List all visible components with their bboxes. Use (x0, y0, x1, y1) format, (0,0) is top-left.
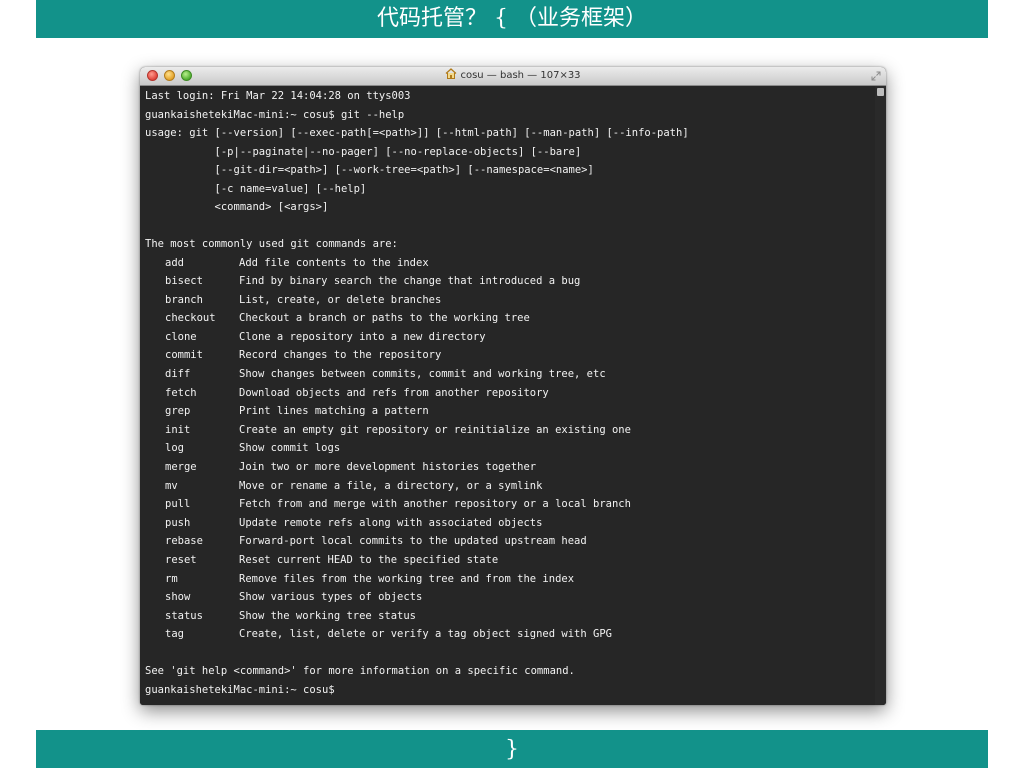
command-row: mv Move or rename a file, a directory, or… (145, 477, 886, 496)
command-description: Reset current HEAD to the specified stat… (239, 554, 499, 566)
terminal-line: See 'git help <command>' for more inform… (145, 665, 575, 678)
command-row: init Create an empty git repository or re… (145, 421, 886, 440)
slide-title-banner: 代码托管？ { （业务框架） (36, 0, 988, 38)
terminal-header-lines: Last login: Fri Mar 22 14:04:28 on ttys0… (145, 87, 886, 254)
command-description: Checkout a branch or paths to the workin… (239, 312, 530, 325)
command-row: merge Join two or more development histor… (145, 458, 886, 477)
command-row: checkout Checkout a branch or paths to th… (145, 309, 886, 328)
command-description: Remove files from the working tree and f… (239, 572, 575, 585)
command-description: Join two or more development histories t… (239, 461, 537, 474)
command-name: pull (165, 498, 191, 511)
command-description: Update remote refs along with associated… (239, 516, 543, 529)
window-title: cosu — bash — 107×33 (460, 70, 581, 81)
terminal-line: [--git-dir=<path>] [--work-tree=<path>] … (145, 164, 594, 176)
slide-footer: } (505, 737, 519, 762)
command-row: reset Reset current HEAD to the specified… (145, 551, 886, 570)
command-description: Move or rename a file, a directory, or a… (239, 479, 543, 492)
command-name: clone (165, 330, 197, 343)
command-row: grep Print lines matching a pattern (145, 402, 886, 421)
window-titlebar[interactable]: cosu — bash — 107×33 (140, 67, 886, 86)
command-name: commit (165, 349, 203, 362)
slide-title: 代码托管？ { （业务框架） (377, 6, 647, 31)
terminal-window[interactable]: cosu — bash — 107×33 Last login: Fri Mar… (140, 67, 886, 705)
command-description: Forward-port local commits to the update… (239, 535, 587, 548)
command-name: add (165, 256, 184, 269)
command-row: branch List, create, or delete branches (145, 291, 886, 310)
window-title-wrap: cosu — bash — 107×33 (140, 67, 886, 85)
git-command-list: add Add file contents to the index bisect F… (145, 254, 886, 644)
command-row: rebase Forward-port local commits to the … (145, 532, 886, 551)
command-row: push Update remote refs along with associ… (145, 514, 886, 533)
command-name: branch (165, 293, 203, 306)
command-description: Download objects and refs from another r… (239, 386, 549, 399)
command-row: log Show commit logs (145, 439, 886, 458)
command-name: bisect (165, 275, 203, 288)
command-name: rebase (165, 535, 203, 548)
command-name: grep (165, 405, 191, 418)
command-row: tag Create, list, delete or verify a tag … (145, 625, 886, 644)
command-name: merge (165, 461, 197, 474)
terminal-line: Last login: Fri Mar 22 14:04:28 on ttys0… (145, 90, 411, 102)
command-description: Show commit logs (239, 442, 341, 455)
slide: 代码托管？ { （业务框架） cosu — bash — 107×33 Last… (0, 0, 1024, 768)
command-row: pull Fetch from and merge with another re… (145, 495, 886, 514)
scrollbar-thumb[interactable] (877, 88, 884, 96)
command-name: show (165, 591, 191, 604)
command-name: init (165, 423, 191, 436)
command-row: rm Remove files from the working tree and… (145, 570, 886, 589)
terminal-line: <command> [<args>] (145, 201, 329, 213)
command-row: bisect Find by binary search the change t… (145, 272, 886, 291)
command-row: show Show various types of objects (145, 588, 886, 607)
terminal-line: usage: git [--version] [--exec-path[=<pa… (145, 127, 689, 139)
command-name: push (165, 516, 191, 529)
command-row: clone Clone a repository into a new direc… (145, 328, 886, 347)
command-description: Find by binary search the change that in… (239, 275, 581, 288)
terminal-line: [-c name=value] [--help] (145, 182, 367, 195)
command-row: commit Record changes to the repository (145, 346, 886, 365)
terminal-line: guankaishetekiMac-mini:~ cosu$ git --hel… (145, 108, 405, 121)
command-description: Fetch from and merge with another reposi… (239, 498, 631, 511)
command-name: reset (165, 554, 197, 566)
command-description: Show changes between commits, commit and… (239, 368, 606, 381)
command-description: Record changes to the repository (239, 349, 442, 362)
command-name: mv (165, 479, 178, 492)
command-name: rm (165, 572, 178, 585)
terminal-output[interactable]: Last login: Fri Mar 22 14:04:28 on ttys0… (140, 86, 886, 705)
slide-footer-banner: } (36, 730, 988, 768)
terminal-footer-lines: See 'git help <command>' for more inform… (145, 644, 886, 700)
command-description: Print lines matching a pattern (239, 405, 429, 418)
command-row: diff Show changes between commits, commit… (145, 365, 886, 384)
command-row: status Show the working tree status (145, 607, 886, 626)
terminal-scrollbar[interactable] (875, 86, 886, 705)
command-row: add Add file contents to the index (145, 254, 886, 273)
terminal-line: The most commonly used git commands are: (145, 238, 398, 250)
command-description: Clone a repository into a new directory (239, 330, 486, 343)
home-icon (446, 68, 457, 79)
command-name: checkout (165, 312, 216, 325)
command-name: fetch (165, 386, 197, 399)
command-name: log (165, 442, 184, 455)
terminal-line: guankaishetekiMac-mini:~ cosu$ (145, 683, 335, 696)
command-description: Add file contents to the index (239, 256, 429, 269)
command-description: Create an empty git repository or reinit… (239, 423, 631, 436)
command-name: status (165, 609, 203, 622)
command-description: Create, list, delete or verify a tag obj… (239, 628, 612, 641)
command-description: Show various types of objects (239, 591, 423, 604)
command-name: tag (165, 628, 184, 641)
command-row: fetch Download objects and refs from anot… (145, 384, 886, 403)
terminal-line: [-p|--paginate|--no-pager] [--no-replace… (145, 145, 582, 158)
fullscreen-icon[interactable] (871, 71, 881, 81)
command-name: diff (165, 368, 191, 381)
command-description: List, create, or delete branches (239, 293, 442, 306)
command-description: Show the working tree status (239, 609, 417, 622)
